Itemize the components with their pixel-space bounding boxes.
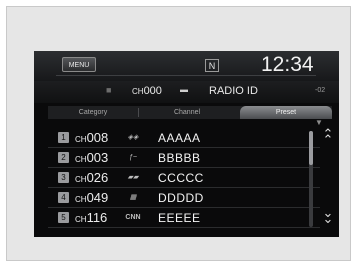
radio-screen: MENU N 12:34 ■ CH000 ▬ RADIO ID -02 ▼ Ca… bbox=[34, 51, 339, 237]
chevron-down-icon[interactable]: ▼ bbox=[315, 118, 323, 127]
preset-channel: CH026 bbox=[75, 170, 109, 185]
preset-name: CCCCC bbox=[158, 171, 204, 185]
nav-indicator: N bbox=[205, 59, 219, 72]
double-chevron-down-icon[interactable]: ⌄ ⌄ bbox=[321, 206, 335, 225]
preset-row-5[interactable]: 5 CH116 CNN EEEEE bbox=[48, 208, 320, 228]
preset-number: 2 bbox=[58, 152, 69, 163]
menu-button[interactable]: MENU bbox=[62, 57, 96, 72]
station-logo-icon: ▬ bbox=[180, 85, 188, 94]
preset-channel: CH049 bbox=[75, 190, 109, 205]
scrollbar-thumb[interactable] bbox=[309, 131, 313, 165]
preset-name: AAAAA bbox=[158, 131, 201, 145]
preset-number: 5 bbox=[58, 212, 69, 223]
station-logo-icon: CNN bbox=[125, 214, 141, 221]
preset-number: 4 bbox=[58, 192, 69, 203]
channel-count: -02 bbox=[315, 87, 326, 94]
preset-name: EEEEE bbox=[158, 211, 201, 225]
tab-preset[interactable]: Preset bbox=[240, 106, 332, 119]
preset-row-1[interactable]: 1 CH008 ◈◈ AAAAA bbox=[48, 128, 320, 148]
channel-number: 000 bbox=[143, 85, 162, 97]
tab-channel[interactable]: Channel bbox=[138, 106, 236, 119]
preset-number: 1 bbox=[58, 132, 69, 143]
radio-id-label: RADIO ID bbox=[209, 85, 258, 97]
tab-bar: Category Channel Preset bbox=[48, 106, 332, 119]
channel-prefix: CH bbox=[132, 87, 144, 96]
preset-number: 3 bbox=[58, 172, 69, 183]
preset-row-3[interactable]: 3 CH026 ▰▰ CCCCC bbox=[48, 168, 320, 188]
station-logo-icon: ƒ~ bbox=[129, 154, 137, 161]
station-logo-icon: ▦ bbox=[129, 194, 137, 201]
tab-category[interactable]: Category bbox=[48, 106, 138, 119]
preset-name: BBBBB bbox=[158, 151, 201, 165]
clock: 12:34 bbox=[261, 53, 314, 76]
current-channel: CH000 bbox=[132, 84, 162, 99]
preset-channel: CH116 bbox=[75, 210, 108, 225]
station-logo-icon: ▰▰ bbox=[127, 174, 139, 181]
current-station-info: ■ CH000 ▬ RADIO ID -02 ▼ bbox=[34, 81, 339, 127]
preset-name: DDDDD bbox=[158, 191, 204, 205]
station-logo-icon: ◈◈ bbox=[127, 134, 139, 141]
preset-channel: CH008 bbox=[75, 130, 109, 145]
preset-row-2[interactable]: 2 CH003 ƒ~ BBBBB bbox=[48, 148, 320, 168]
signal-icon: ■ bbox=[106, 85, 112, 95]
double-chevron-up-icon[interactable]: ⌃ ⌃ bbox=[321, 127, 335, 146]
preset-channel: CH003 bbox=[75, 150, 109, 165]
page-frame: MENU N 12:34 ■ CH000 ▬ RADIO ID -02 ▼ Ca… bbox=[6, 6, 351, 261]
divider bbox=[56, 75, 316, 76]
preset-row-4[interactable]: 4 CH049 ▦ DDDDD bbox=[48, 188, 320, 208]
preset-list: 1 CH008 ◈◈ AAAAA 2 CH003 ƒ~ BBBBB 3 CH02… bbox=[48, 128, 320, 232]
status-bar: MENU N 12:34 bbox=[34, 51, 339, 81]
